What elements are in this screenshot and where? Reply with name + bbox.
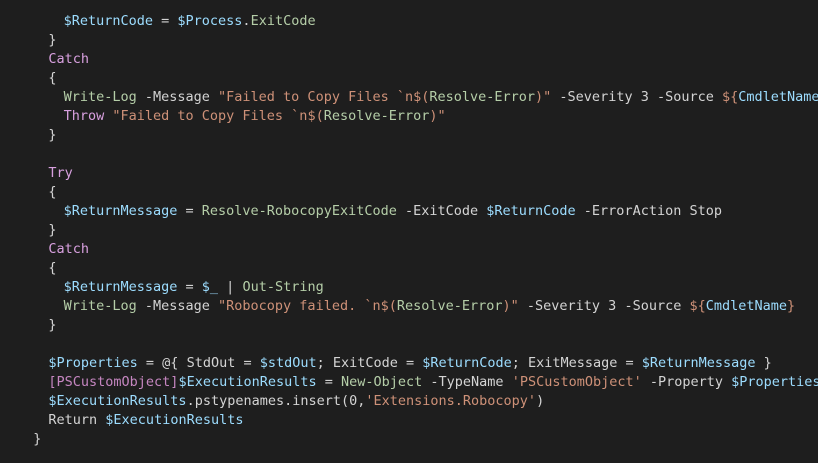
code-token-cmdlet: Write-Log — [63, 89, 137, 105]
code-token-string: 'Extensions.Robocopy' — [365, 393, 537, 409]
code-token-string: ${ — [689, 298, 706, 314]
code-token-default: } — [48, 222, 57, 238]
code-token-var: $ReturnCode — [422, 355, 512, 371]
code-token-default: } — [755, 355, 772, 371]
code-line: } — [48, 126, 56, 145]
code-token-default: = — [177, 203, 202, 219]
code-token-default: { — [48, 260, 57, 276]
code-line: Write-Log -Message "Failed to Copy Files… — [64, 88, 818, 107]
code-token-cmdlet: Write-Log — [63, 298, 137, 314]
code-line: $Properties = @{ StdOut = $stdOut; ExitC… — [48, 354, 771, 373]
code-token-default: -ExitCode — [396, 203, 487, 219]
code-token-string: )" — [429, 108, 446, 124]
code-token-string: "Robocopy failed. `n$( — [218, 298, 397, 314]
code-token-default: ; ExitCode = — [316, 355, 423, 371]
code-token-string: } — [787, 298, 796, 314]
code-token-default: { — [48, 70, 57, 86]
code-line: $ReturnCode = $Process.ExitCode — [64, 12, 316, 31]
code-token-var: $_ — [201, 279, 219, 295]
code-line: } — [48, 221, 56, 240]
code-token-default: = — [177, 279, 202, 295]
code-token-cmdlet: Resolve-Error — [429, 89, 536, 105]
code-token-cmdlet: Out-String — [242, 279, 324, 295]
code-token-default: } — [33, 431, 42, 447]
code-token-var: $ReturnCode — [63, 13, 153, 29]
code-line: Catch — [48, 50, 89, 69]
code-token-default: = — [316, 374, 341, 390]
code-token-cmdlet: Resolve-RobocopyExitCode — [201, 203, 397, 219]
code-token-default: } — [48, 32, 57, 48]
code-token-default: Return — [48, 412, 106, 428]
code-token-string: )" — [502, 298, 519, 314]
code-token-default: -ErrorAction Stop — [575, 203, 722, 219]
code-token-var: CmdletName — [738, 89, 818, 105]
code-token-string: ${ — [721, 89, 739, 105]
code-token-default: | — [218, 279, 243, 295]
code-line: } — [48, 316, 56, 335]
code-token-var: $stdOut — [259, 355, 317, 371]
code-token-default: -Property — [641, 374, 732, 390]
code-token-cmdlet: Resolve-Error — [323, 108, 430, 124]
code-token-var: $ReturnCode — [486, 203, 576, 219]
code-token-default: -TypeName — [422, 374, 512, 390]
code-token-string: "Failed to Copy Files `n$( — [218, 89, 430, 105]
code-token-default: } — [48, 127, 57, 143]
code-token-keyword: Catch — [48, 241, 90, 257]
code-line: [PSCustomObject]$ExecutionResults = New-… — [48, 373, 818, 392]
code-token-string: 'PSCustomObject' — [511, 374, 642, 390]
code-token-var: $Properties — [731, 374, 818, 390]
code-token-keyword: Catch — [48, 51, 90, 67]
code-line: Throw "Failed to Copy Files `n$(Resolve-… — [64, 107, 446, 126]
code-line: } — [48, 31, 56, 50]
code-token-var: CmdletName — [705, 298, 788, 314]
code-token-var: $ReturnMessage — [63, 279, 178, 295]
code-token-var: $Process — [177, 13, 243, 29]
code-token-var: $ExecutionResults — [48, 393, 187, 409]
code-line: Write-Log -Message "Robocopy failed. `n$… — [64, 297, 796, 316]
code-line: $ExecutionResults.pstypenames.insert(0,'… — [48, 392, 544, 411]
code-line: Try — [48, 164, 72, 183]
code-token-string: "Failed to Copy Files `n$( — [112, 108, 324, 124]
code-token-var: $ExecutionResults — [105, 412, 244, 428]
code-token-default: .pstypenames.insert(0, — [186, 393, 366, 409]
code-token-default: -Severity 3 -Source — [518, 298, 690, 314]
code-token-default: -Message — [136, 298, 219, 314]
code-line: Catch — [48, 240, 89, 259]
code-line: $ReturnMessage = Resolve-RobocopyExitCod… — [64, 202, 722, 221]
code-line: { — [48, 69, 56, 88]
code-token-cmdlet: ExitCode — [250, 13, 316, 29]
code-line: } — [33, 430, 41, 449]
code-token-type: [PSCustomObject] — [48, 374, 179, 390]
code-token-default: { — [48, 184, 57, 200]
code-token-default: -Message — [136, 89, 219, 105]
code-token-keyword: Throw — [63, 108, 105, 124]
code-line: { — [48, 183, 56, 202]
code-token-default: = — [153, 13, 178, 29]
code-token-var: $ReturnMessage — [63, 203, 178, 219]
code-token-cmdlet: Resolve-Error — [396, 298, 503, 314]
code-line: { — [48, 259, 56, 278]
code-token-default: ) — [536, 393, 545, 409]
code-line: $ReturnMessage = $_ | Out-String — [64, 278, 324, 297]
code-token-default: = @{ StdOut = — [137, 355, 260, 371]
code-token-string: )" — [535, 89, 552, 105]
code-token-default: -Severity 3 -Source — [551, 89, 722, 105]
code-token-default: } — [48, 317, 57, 333]
code-token-default: . — [242, 13, 251, 29]
code-token-var: $ExecutionResults — [178, 374, 317, 390]
code-token-cmdlet: New-Object — [341, 374, 423, 390]
code-editor[interactable]: $ReturnCode = $Process.ExitCode} Catch { Wr… — [0, 0, 818, 463]
code-token-keyword: Try — [48, 165, 73, 181]
code-line: Return $ExecutionResults — [48, 411, 243, 430]
code-token-var: $Properties — [48, 355, 138, 371]
code-token-default: ; ExitMessage = — [511, 355, 642, 371]
code-token-var: $ReturnMessage — [641, 355, 756, 371]
